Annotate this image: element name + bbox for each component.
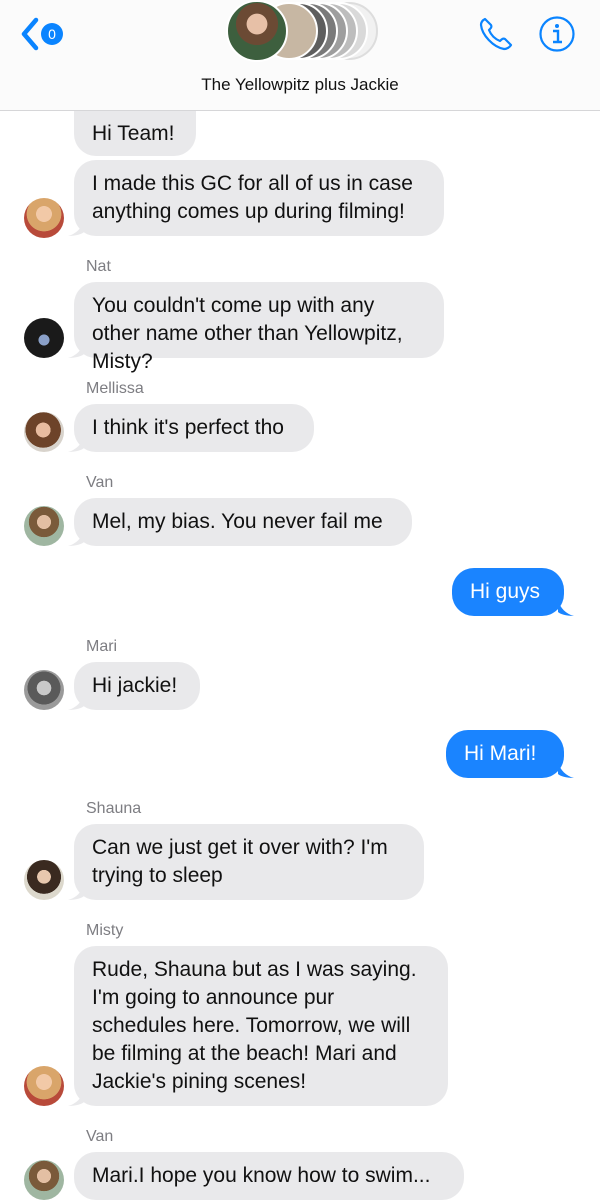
chat-header: 0 The Yellowpitz plus Jackie	[0, 0, 600, 111]
call-button[interactable]	[476, 14, 516, 59]
group-title[interactable]: The Yellowpitz plus Jackie	[0, 75, 600, 95]
message-bubble[interactable]: Mel, my bias. You never fail me	[74, 498, 412, 546]
avatar	[226, 0, 288, 62]
bubble-tail	[68, 342, 84, 358]
message-bubble[interactable]: Mari.I hope you know how to swim...	[74, 1152, 464, 1200]
avatar[interactable]	[24, 506, 64, 546]
back-button[interactable]: 0	[20, 14, 80, 54]
avatar[interactable]	[24, 1066, 64, 1106]
info-icon	[539, 16, 575, 52]
sender-name: Van	[86, 474, 114, 491]
avatar[interactable]	[24, 860, 64, 900]
avatar[interactable]	[24, 318, 64, 358]
message-bubble[interactable]: Rude, Shauna but as I was saying. I'm go…	[74, 946, 448, 1106]
avatar[interactable]	[24, 198, 64, 238]
unread-badge: 0	[41, 23, 63, 45]
bubble-tail	[558, 762, 574, 778]
info-button[interactable]	[538, 15, 576, 58]
bubble-tail	[68, 220, 84, 236]
bubble-tail	[68, 530, 84, 546]
sender-name: Shauna	[86, 800, 142, 817]
avatar[interactable]	[24, 670, 64, 710]
bubble-tail	[68, 884, 84, 900]
phone-icon	[479, 17, 513, 51]
avatar[interactable]	[24, 412, 64, 452]
sender-name: Mellissa	[86, 380, 144, 397]
avatar[interactable]	[24, 1160, 64, 1200]
sender-name: Mari	[86, 638, 118, 655]
message-bubble[interactable]: Can we just get it over with? I'm trying…	[74, 824, 424, 900]
message-bubble[interactable]: I made this GC for all of us in case any…	[74, 160, 444, 236]
bubble-tail	[68, 436, 84, 452]
sender-name: Misty	[86, 922, 124, 939]
message-bubble[interactable]: Hi jackie!	[74, 662, 200, 710]
message-bubble-outgoing[interactable]: Hi Mari!	[446, 730, 564, 778]
bubble-tail	[68, 694, 84, 710]
message-bubble-outgoing[interactable]: Hi guys	[452, 568, 564, 616]
sender-name: Nat	[86, 258, 111, 275]
bubble-tail	[68, 1090, 84, 1106]
chevron-left-icon	[21, 17, 39, 51]
message-bubble[interactable]: You couldn't come up with any other name…	[74, 282, 444, 373]
message-bubble[interactable]: Hi Team!	[74, 110, 196, 156]
group-avatars[interactable]	[222, 0, 382, 62]
message-bubble[interactable]: I think it's perfect tho	[74, 404, 314, 452]
bubble-tail	[558, 600, 574, 616]
sender-name: Van	[86, 1128, 114, 1145]
